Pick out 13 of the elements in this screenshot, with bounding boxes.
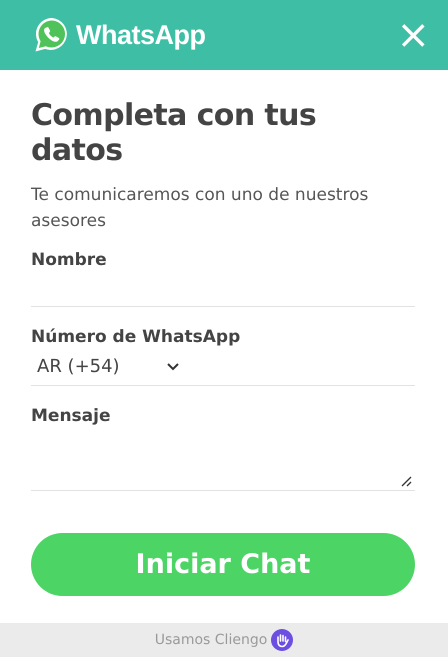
- start-chat-button[interactable]: Iniciar Chat: [31, 533, 415, 596]
- field-label: Nombre: [31, 250, 108, 270]
- chevron-down-icon: [166, 362, 180, 370]
- brand-name: WhatsApp: [76, 20, 206, 50]
- field-label: Número de WhatsApp: [31, 327, 242, 347]
- field-label: Mensaje: [31, 406, 112, 426]
- resize-handle-icon[interactable]: [401, 476, 412, 487]
- form-subtitle: Te comunicaremos con uno de nuestros asesores: [31, 184, 370, 233]
- country-code-dropdown[interactable]: AR (+54): [31, 347, 415, 386]
- close-button[interactable]: ×: [392, 15, 434, 55]
- hand-logo-icon: [271, 629, 294, 651]
- footer-text: Usamos Cliengo: [154, 632, 268, 648]
- form-title: Completa con tus datos: [31, 98, 318, 168]
